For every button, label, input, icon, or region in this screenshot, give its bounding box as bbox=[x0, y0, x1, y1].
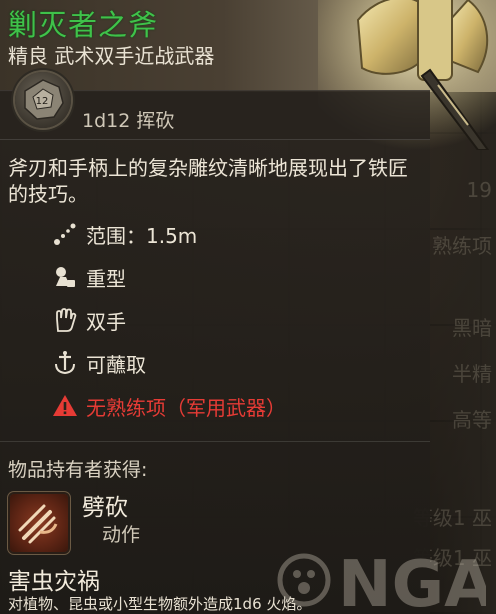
bg-text: 高等 bbox=[452, 408, 492, 432]
property-label: 无熟练项（军用武器） bbox=[86, 395, 286, 420]
two-handed-icon bbox=[56, 308, 77, 332]
bg-text: 半精 bbox=[452, 362, 492, 386]
watermark-text: NGA bbox=[338, 548, 486, 614]
heavy-icon bbox=[56, 267, 75, 287]
bonus-title: 害虫灾祸 bbox=[8, 569, 100, 595]
property-heavy: 重型 bbox=[52, 262, 126, 292]
cleave-icon[interactable] bbox=[10, 494, 68, 552]
item-subtitle: 精良 武术双手近战武器 bbox=[8, 44, 215, 68]
bonus-description: 对植物、昆虫或小型生物额外造成1d6 火焰。 bbox=[8, 595, 312, 613]
property-label: 双手 bbox=[86, 309, 126, 334]
d12-die-icon: 12 bbox=[15, 72, 71, 128]
property-no-proficiency: 无熟练项（军用武器） bbox=[52, 391, 286, 421]
property-label: 可蘸取 bbox=[86, 352, 146, 377]
property-two-handed: 双手 bbox=[52, 305, 126, 335]
item-description: 斧刃和手柄上的复杂雕纹清晰地展现出了铁匠的技巧。 bbox=[8, 156, 408, 206]
bg-text: 19 bbox=[466, 178, 492, 202]
property-label: 范围：1.5m bbox=[86, 223, 198, 248]
feature-name: 劈砍 bbox=[82, 495, 128, 521]
bg-text: 黑暗 bbox=[452, 316, 492, 340]
feature-type: 动作 bbox=[102, 524, 141, 546]
property-label: 重型 bbox=[86, 266, 126, 291]
damage-text: 1d12 挥砍 bbox=[82, 110, 175, 132]
bg-text: 熟练项 bbox=[432, 234, 492, 258]
divider bbox=[0, 441, 430, 442]
die-label: 12 bbox=[36, 96, 49, 107]
holder-gains-label: 物品持有者获得: bbox=[8, 459, 148, 481]
warning-icon bbox=[53, 395, 77, 416]
range-icon bbox=[54, 223, 76, 245]
item-name: 剿灭者之斧 bbox=[8, 8, 159, 42]
property-range: 范围：1.5m bbox=[52, 219, 197, 249]
dippable-icon bbox=[55, 351, 75, 375]
watermark-logo: NGA bbox=[277, 548, 486, 614]
property-dippable: 可蘸取 bbox=[52, 348, 146, 378]
